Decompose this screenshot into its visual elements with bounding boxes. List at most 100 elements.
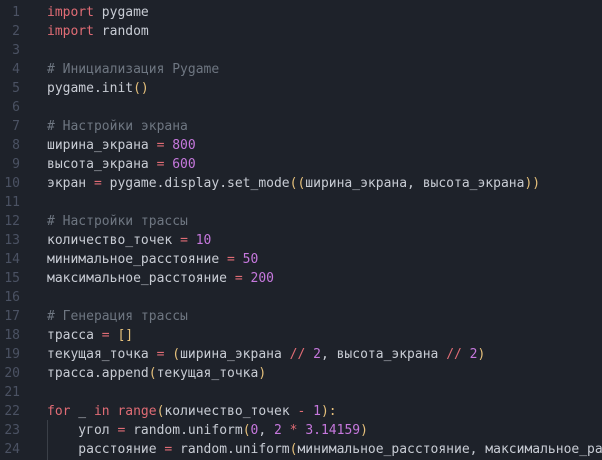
line-number: 1 <box>12 5 20 20</box>
code-token: экран <box>47 176 94 191</box>
line-number: 2 <box>12 24 20 39</box>
code-token: высота_экрана <box>47 157 157 172</box>
code-line[interactable]: 8 ширина_экрана = 800 <box>0 136 602 155</box>
code-text: трасса.append(текущая_точка) <box>47 364 266 383</box>
line-number: 14 <box>4 252 20 267</box>
code-line[interactable]: 23 угол = random.uniform(0, 2 * 3.14159) <box>0 421 602 440</box>
code-token: 10 <box>195 233 212 248</box>
code-text: # Настройки трассы <box>47 212 188 231</box>
code-token: 800 <box>172 138 196 153</box>
code-text: # Генерация трассы <box>47 307 188 326</box>
code-token: 3.14159 <box>305 423 361 438</box>
code-token: () <box>133 81 149 96</box>
code-token: pygame <box>93 5 149 20</box>
line-number: 21 <box>4 385 20 400</box>
code-line[interactable]: 9 высота_экрана = 600 <box>0 155 602 174</box>
code-line[interactable]: 19 текущая_точка = (ширина_экрана // 2, в… <box>0 345 602 364</box>
code-token: # Генерация трассы <box>47 309 188 324</box>
code-token: import <box>47 5 94 20</box>
line-number: 17 <box>4 309 20 324</box>
code-token: расстояние <box>47 442 165 457</box>
code-token: 1 <box>313 404 321 419</box>
code-token: 2 <box>469 347 478 362</box>
code-line[interactable]: 21 <box>0 383 602 402</box>
code-token: // <box>446 347 462 362</box>
line-number: 18 <box>4 328 20 343</box>
code-token: random <box>93 24 149 39</box>
code-token: (( <box>289 176 306 191</box>
line-number: 23 <box>4 423 20 438</box>
code-token: ) <box>360 423 368 438</box>
code-token: текущая_точка <box>47 347 157 362</box>
code-line[interactable]: 20 трасса.append(текущая_точка) <box>0 364 602 383</box>
code-token: 200 <box>250 271 274 286</box>
code-token: = <box>93 176 102 191</box>
code-token: минимальное_расстояние <box>47 252 228 267</box>
code-line[interactable]: 12 # Настройки трассы <box>0 212 602 231</box>
code-text: import random <box>47 22 149 41</box>
code-text: экран = pygame.display.set_mode((ширина_… <box>47 174 540 193</box>
code-token: _ <box>70 404 94 419</box>
code-token: [] <box>117 328 134 343</box>
code-token: 2 <box>274 423 282 438</box>
code-editor[interactable]: 1 import pygame 2 import random 3 4 # Инициали… <box>0 0 602 460</box>
code-line[interactable]: 14 минимальное_расстояние = 50 <box>0 250 602 269</box>
code-token: ширина_экрана, высота_экрана <box>305 176 525 191</box>
code-token: , <box>258 423 274 438</box>
line-number: 22 <box>4 404 20 419</box>
code-line[interactable]: 6 <box>0 98 602 117</box>
code-text: высота_экрана = 600 <box>47 155 196 174</box>
code-line[interactable]: 7 # Настройки экрана <box>0 117 602 136</box>
line-number: 15 <box>4 271 20 286</box>
code-line[interactable]: 10 экран = pygame.display.set_mode((ширин… <box>0 174 602 193</box>
code-token: 50 <box>242 252 259 267</box>
line-number: 6 <box>12 100 20 115</box>
code-token: ) <box>258 366 267 381</box>
code-line[interactable]: 2 import random <box>0 22 602 41</box>
code-line[interactable]: 3 <box>0 41 602 60</box>
code-token: )) <box>524 176 541 191</box>
code-token: = <box>234 271 243 286</box>
code-line[interactable]: 22 for _ in range(количество_точек - 1): <box>0 402 602 421</box>
code-text: максимальное_расстояние = 200 <box>47 269 274 288</box>
code-text: расстояние = random.uniform(минимальное_… <box>47 440 602 459</box>
code-token: ширина_экрана <box>180 347 290 362</box>
code-text: количество_точек = 10 <box>47 231 211 250</box>
line-number: 20 <box>4 366 20 381</box>
code-line[interactable]: 17 # Генерация трассы <box>0 307 602 326</box>
code-token: # Инициализация Pygame <box>47 62 220 77</box>
code-line[interactable]: 13 количество_точек = 10 <box>0 231 602 250</box>
line-number: 3 <box>12 43 20 58</box>
code-line[interactable]: 24 расстояние = random.uniform(минимальн… <box>0 440 602 459</box>
code-token: текущая_точка <box>156 366 259 381</box>
code-line[interactable]: 18 трасса = [] <box>0 326 602 345</box>
code-token: максимальное_расстояние <box>47 271 235 286</box>
code-token: # Настройки экрана <box>47 119 188 134</box>
line-number: 10 <box>4 176 20 191</box>
code-token: // <box>289 347 306 362</box>
code-line[interactable]: 16 <box>0 288 602 307</box>
code-token: ( <box>242 423 251 438</box>
code-line[interactable]: 1 import pygame <box>0 3 602 22</box>
code-line[interactable]: 15 максимальное_расстояние = 200 <box>0 269 602 288</box>
line-number: 7 <box>12 119 20 134</box>
code-token: random.uniform <box>125 423 243 438</box>
code-token: = <box>101 328 110 343</box>
code-token: in <box>93 404 110 419</box>
code-token: трасса.append <box>47 366 149 381</box>
code-line[interactable]: 4 # Инициализация Pygame <box>0 60 602 79</box>
code-line[interactable]: 11 <box>0 193 602 212</box>
code-token: # Настройки трассы <box>47 214 188 229</box>
code-token: , высота_экрана <box>320 347 447 362</box>
line-number: 24 <box>4 442 20 457</box>
code-line[interactable]: 5 pygame.init() <box>0 79 602 98</box>
line-number: 12 <box>4 214 20 229</box>
code-token: ): <box>320 404 337 419</box>
